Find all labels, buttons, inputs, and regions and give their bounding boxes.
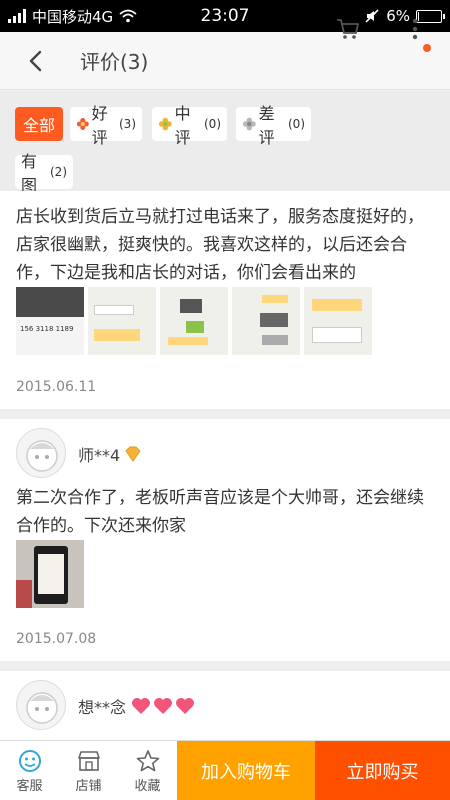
bottom-action-bar: 客服 店铺 收藏 加入购物车 立即购买 xyxy=(0,740,450,800)
cart-icon[interactable] xyxy=(333,14,363,44)
review-photo[interactable] xyxy=(160,287,228,355)
flower-red-icon xyxy=(76,118,89,130)
star-icon xyxy=(136,749,159,771)
filter-bad-chip[interactable]: 差评 (0) xyxy=(236,104,311,147)
divider xyxy=(0,661,450,671)
flower-yellow-icon xyxy=(158,117,172,131)
nav-bar: 评价(3) xyxy=(0,32,450,90)
filter-all-label: 全部 xyxy=(22,116,55,135)
avatar[interactable] xyxy=(16,680,66,730)
status-bar: 中国移动4G 23:07 6% xyxy=(0,0,450,32)
signal-icon xyxy=(8,9,26,23)
shop-label: 店铺 xyxy=(75,778,102,794)
review-photo[interactable] xyxy=(232,287,300,355)
review-user: 想**念 xyxy=(78,694,198,718)
review-text-line: 店长收到货后立马就打过电话来了，服务态度挺好的， xyxy=(16,207,424,227)
username: 师**4 xyxy=(78,446,121,465)
review-photo[interactable]: 156 3118 1189 xyxy=(16,287,84,355)
wifi-icon xyxy=(119,9,137,23)
favorite-label: 收藏 xyxy=(134,778,161,794)
back-button[interactable] xyxy=(12,32,58,90)
diamond-badge-icon xyxy=(125,446,141,462)
review-text: 店长收到货后立马就打过电话来了，服务态度挺好的， 店家很幽默，挺爽快的。我喜欢这… xyxy=(16,203,436,287)
filter-photo-label: 有图 xyxy=(21,152,38,195)
review-text-line: 第二次合作了，老板听声音应该是个大帅哥，还会继续 xyxy=(16,488,424,508)
chevron-left-icon xyxy=(29,50,42,71)
filter-photo-chip[interactable]: 有图 (2) xyxy=(15,152,73,195)
review-photo[interactable] xyxy=(88,287,156,355)
add-to-cart-button[interactable]: 加入购物车 xyxy=(177,741,315,800)
review-photo-strip: 156 3118 1189 xyxy=(16,287,372,355)
buy-now-button[interactable]: 立即购买 xyxy=(315,741,450,800)
default-avatar-icon xyxy=(26,692,58,724)
filter-bad-count: (0) xyxy=(288,117,305,131)
shop-tab[interactable]: 店铺 xyxy=(59,741,118,800)
review-text-line: 作，下边是我和店长的对话，你们会看出来的 xyxy=(16,263,356,283)
review-text-line: 店家很幽默，挺爽快的。我喜欢这样的，以后还会合 xyxy=(16,235,407,255)
service-icon xyxy=(18,749,41,772)
filter-neutral-count: (0) xyxy=(204,117,221,131)
filter-photo-count: (2) xyxy=(50,165,67,179)
shop-icon xyxy=(77,750,100,771)
review-text-line: 合作的。下次还来你家 xyxy=(16,516,186,536)
review-user: 师**4 xyxy=(78,442,142,466)
review-photo-strip xyxy=(16,540,84,608)
review-list: 店长收到货后立马就打过电话来了，服务态度挺好的， 店家很幽默，挺爽快的。我喜欢这… xyxy=(0,191,450,740)
notification-dot xyxy=(423,44,431,52)
filter-good-count: (3) xyxy=(119,117,136,131)
username: 想**念 xyxy=(78,698,127,717)
filter-all-chip[interactable]: 全部 xyxy=(15,107,63,141)
divider xyxy=(0,409,450,419)
default-avatar-icon xyxy=(26,440,58,472)
filter-bad-label: 差评 xyxy=(258,104,275,147)
heart-level-icon xyxy=(132,698,195,714)
review-photo-caption: 156 3118 1189 xyxy=(20,325,74,333)
flower-gray-icon xyxy=(242,117,256,131)
filter-bar: 全部 好评 (3) 中评 (0) 差评 (0) 有图 (2) xyxy=(0,91,450,195)
service-label: 客服 xyxy=(16,778,43,794)
page-title: 评价(3) xyxy=(80,50,149,74)
review-date: 2015.06.11 xyxy=(16,379,97,395)
review-date: 2015.07.08 xyxy=(16,631,97,647)
review-photo[interactable] xyxy=(16,540,84,608)
service-tab[interactable]: 客服 xyxy=(0,741,59,800)
review-photo[interactable] xyxy=(304,287,372,355)
review-text: 第二次合作了，老板听声音应该是个大帅哥，还会继续 合作的。下次还来你家 xyxy=(16,484,436,540)
filter-good-label: 好评 xyxy=(91,104,108,147)
filter-neutral-chip[interactable]: 中评 (0) xyxy=(152,104,227,147)
carrier-label: 中国移动4G xyxy=(32,7,114,26)
filter-good-chip[interactable]: 好评 (3) xyxy=(70,104,142,147)
filter-neutral-label: 中评 xyxy=(174,104,191,147)
more-vertical-icon[interactable] xyxy=(400,14,430,44)
favorite-tab[interactable]: 收藏 xyxy=(118,741,177,800)
avatar[interactable] xyxy=(16,428,66,478)
mute-icon xyxy=(365,9,379,23)
